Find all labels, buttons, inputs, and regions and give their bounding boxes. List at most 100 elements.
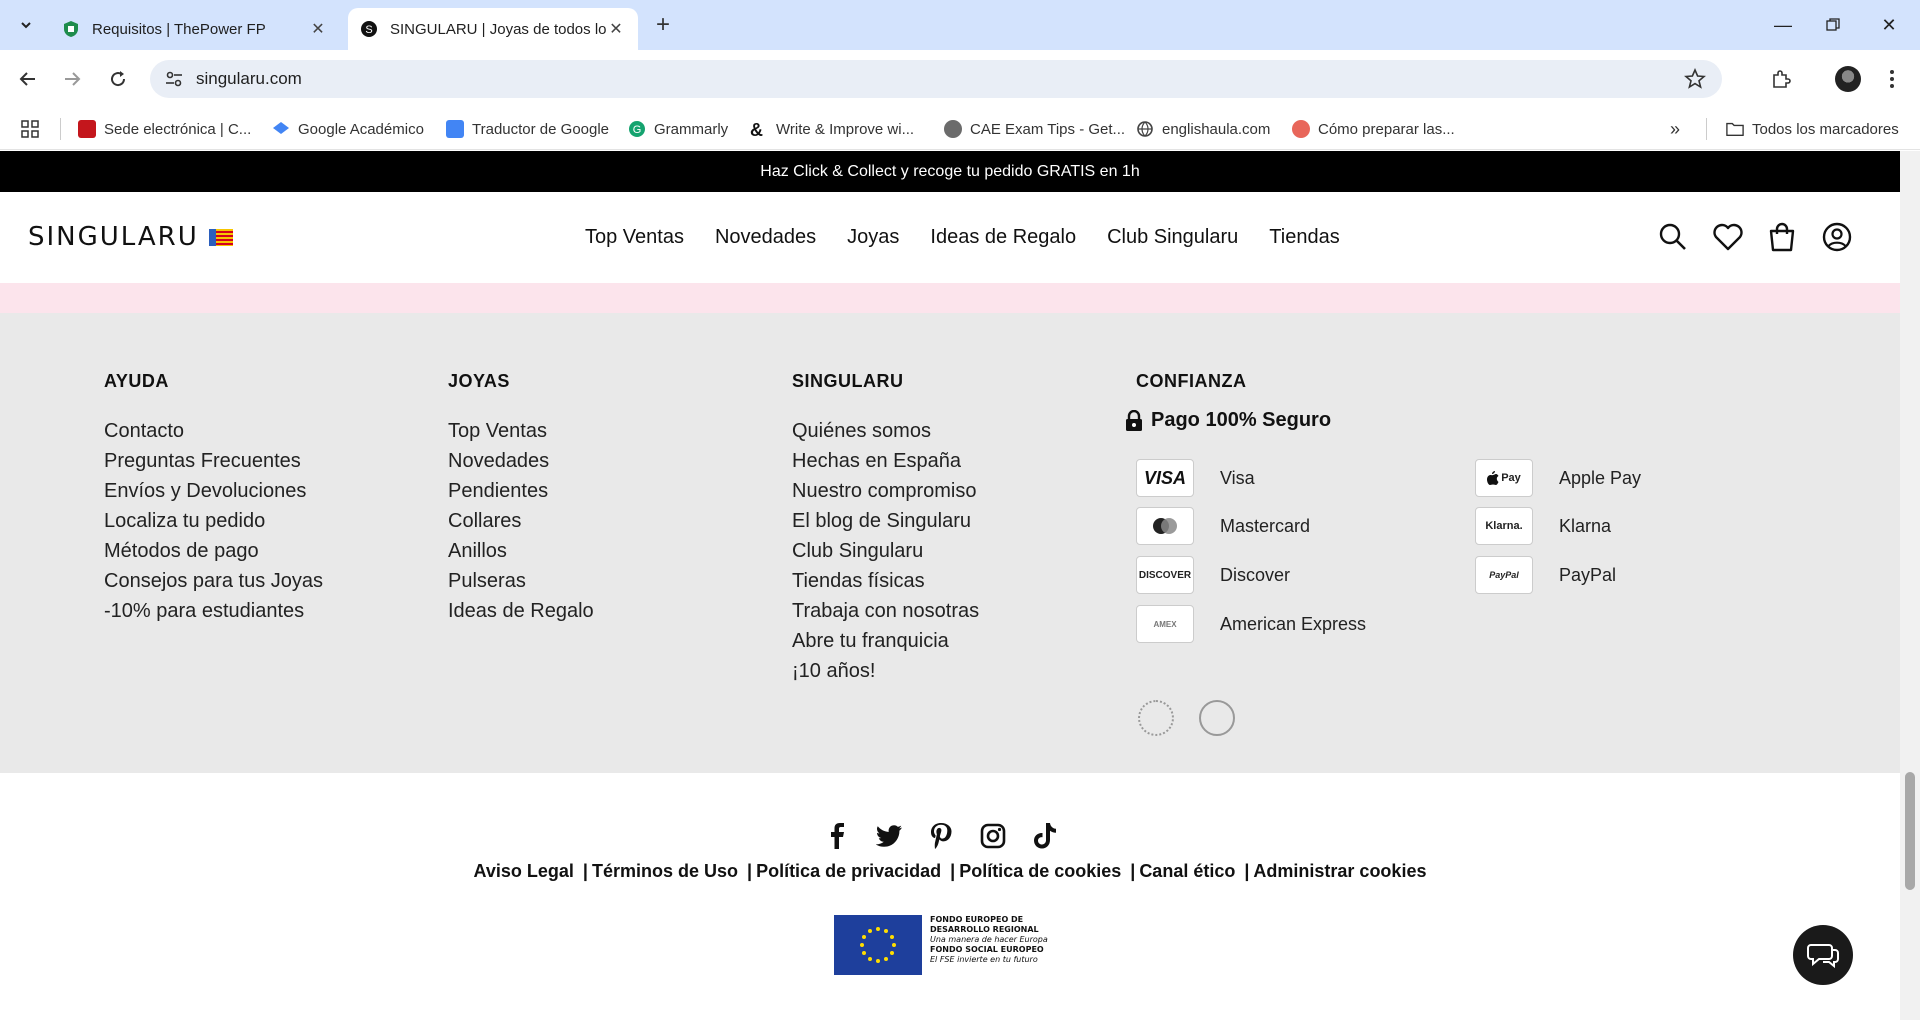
bookmark-englishaula[interactable]: englishaula.com	[1136, 116, 1270, 142]
nav-top-ventas[interactable]: Top Ventas	[585, 226, 684, 249]
elephant-icon	[1292, 120, 1310, 138]
bookmark-label: Google Académico	[298, 120, 424, 138]
minimize-icon[interactable]: —	[1770, 12, 1796, 38]
new-tab-button[interactable]: +	[650, 11, 676, 38]
footer-link[interactable]: Ideas de Regalo	[448, 596, 594, 626]
page-scrollbar[interactable]	[1900, 151, 1920, 1020]
ampersand-icon: &	[750, 120, 763, 140]
all-bookmarks-button[interactable]: Todos los marcadores	[1726, 116, 1899, 142]
footer-link[interactable]: -10% para estudiantes	[104, 596, 323, 626]
mastercard-icon	[1136, 507, 1194, 545]
instagram-icon[interactable]	[978, 821, 1008, 851]
footer-link[interactable]: Top Ventas	[448, 416, 594, 446]
pinterest-icon[interactable]	[926, 821, 956, 851]
cae-icon	[944, 120, 962, 138]
legal-link-administrar-cookies[interactable]: Administrar cookies	[1253, 861, 1426, 881]
nav-tiendas[interactable]: Tiendas	[1269, 226, 1339, 249]
tab-singularu[interactable]: S SINGULARU | Joyas de todos los ✕	[348, 8, 638, 50]
account-button[interactable]	[1820, 220, 1854, 254]
footer-link[interactable]: Hechas en España	[792, 446, 979, 476]
legal-link-terminos[interactable]: Términos de Uso	[592, 861, 738, 881]
profile-button[interactable]	[1834, 65, 1862, 93]
close-icon[interactable]: ✕	[606, 19, 626, 39]
legal-link-canal-etico[interactable]: Canal ético	[1139, 861, 1235, 881]
footer-link[interactable]: Abre tu franquicia	[792, 626, 979, 656]
footer-link[interactable]: Métodos de pago	[104, 536, 323, 566]
browser-menu-button[interactable]	[1878, 65, 1906, 93]
footer-links: AYUDA Contacto Preguntas Frecuentes Enví…	[0, 313, 1900, 773]
bookmark-sede[interactable]: Sede electrónica | C...	[78, 116, 251, 142]
svg-text:S: S	[365, 24, 372, 36]
ecommerce-europe-seal-icon[interactable]	[1138, 700, 1174, 736]
back-button[interactable]	[14, 65, 42, 93]
secure-text: Pago 100% Seguro	[1151, 409, 1332, 431]
footer-link[interactable]: Trabaja con nosotras	[792, 596, 979, 626]
close-window-icon[interactable]: ✕	[1876, 12, 1902, 38]
bookmark-label: englishaula.com	[1162, 120, 1271, 138]
close-icon[interactable]: ✕	[308, 19, 328, 39]
footer-link[interactable]: Localiza tu pedido	[104, 506, 323, 536]
footer-link[interactable]: Preguntas Frecuentes	[104, 446, 323, 476]
restore-icon[interactable]	[1820, 12, 1846, 38]
forward-button[interactable]	[58, 65, 86, 93]
address-bar[interactable]: singularu.com	[150, 60, 1722, 98]
nav-joyas[interactable]: Joyas	[847, 226, 899, 249]
footer-link[interactable]: Novedades	[448, 446, 594, 476]
footer-link[interactable]: Pulseras	[448, 566, 594, 596]
footer-link[interactable]: Consejos para tus Joyas	[104, 566, 323, 596]
footer-link[interactable]: Tiendas físicas	[792, 566, 979, 596]
bookmark-grammarly[interactable]: G Grammarly	[628, 116, 728, 142]
scrollbar-thumb[interactable]	[1905, 772, 1915, 890]
nav-club-singularu[interactable]: Club Singularu	[1107, 226, 1238, 249]
eu-line: Una manera de hacer Europa	[930, 935, 1048, 944]
twitter-icon[interactable]	[874, 821, 904, 851]
tab-thepower[interactable]: Requisitos | ThePower FP ✕	[50, 8, 340, 50]
payment-label: Visa	[1220, 467, 1255, 488]
bookmarks-overflow-button[interactable]: »	[1670, 116, 1680, 142]
footer-link[interactable]: Club Singularu	[792, 536, 979, 566]
footer-link[interactable]: Envíos y Devoluciones	[104, 476, 323, 506]
tab-search-button[interactable]	[12, 11, 40, 39]
site-settings-icon[interactable]	[164, 69, 184, 89]
promo-banner[interactable]: Haz Click & Collect y recoge tu pedido G…	[0, 151, 1900, 192]
legal-link-privacidad[interactable]: Política de privacidad	[756, 861, 941, 881]
reload-button[interactable]	[104, 65, 132, 93]
payment-discover: DISCOVER Discover	[1136, 556, 1290, 594]
chat-button[interactable]	[1793, 925, 1853, 985]
tiktok-icon[interactable]	[1030, 821, 1060, 851]
column-title: SINGULARU	[792, 371, 904, 391]
bookmark-traductor[interactable]: Traductor de Google	[446, 116, 609, 142]
separator: |	[950, 861, 956, 881]
bookmark-cae[interactable]: CAE Exam Tips - Get...	[944, 116, 1125, 142]
footer-link[interactable]: Contacto	[104, 416, 323, 446]
facebook-icon[interactable]	[822, 821, 852, 851]
apps-button[interactable]	[20, 116, 40, 142]
tab-strip: Requisitos | ThePower FP ✕ S SINGULARU |…	[0, 0, 1920, 50]
footer-link[interactable]: Anillos	[448, 536, 594, 566]
footer-bottom: Aviso Legal | Términos de Uso | Política d…	[0, 773, 1900, 1020]
footer-column-ayuda: AYUDA Contacto Preguntas Frecuentes Enví…	[104, 371, 323, 626]
wishlist-button[interactable]	[1711, 220, 1745, 254]
nav-novedades[interactable]: Novedades	[715, 226, 816, 249]
bookmark-star-icon[interactable]	[1684, 68, 1706, 90]
bookmark-como-preparar[interactable]: Cómo preparar las...	[1292, 116, 1455, 142]
cart-button[interactable]	[1765, 220, 1799, 254]
search-button[interactable]	[1656, 220, 1690, 254]
confianza-online-seal-icon[interactable]	[1199, 700, 1235, 736]
bookmark-google-academico[interactable]: Google Académico	[272, 116, 424, 142]
footer-link[interactable]: Nuestro compromiso	[792, 476, 979, 506]
svg-text:G: G	[633, 124, 642, 136]
footer-link[interactable]: Quiénes somos	[792, 416, 979, 446]
footer-link[interactable]: Pendientes	[448, 476, 594, 506]
site-logo[interactable]: SINGULARU	[28, 222, 233, 252]
legal-link-aviso[interactable]: Aviso Legal	[474, 861, 574, 881]
footer-link[interactable]: Collares	[448, 506, 594, 536]
footer-link[interactable]: ¡10 años!	[792, 656, 979, 686]
bookmark-write-improve[interactable]: & Write & Improve wi...	[750, 116, 914, 142]
legal-link-cookies[interactable]: Política de cookies	[959, 861, 1121, 881]
avatar	[1835, 66, 1861, 92]
extensions-button[interactable]	[1767, 65, 1795, 93]
nav-ideas-regalo[interactable]: Ideas de Regalo	[930, 226, 1076, 249]
paypal-icon: PayPal	[1475, 556, 1533, 594]
footer-link[interactable]: El blog de Singularu	[792, 506, 979, 536]
